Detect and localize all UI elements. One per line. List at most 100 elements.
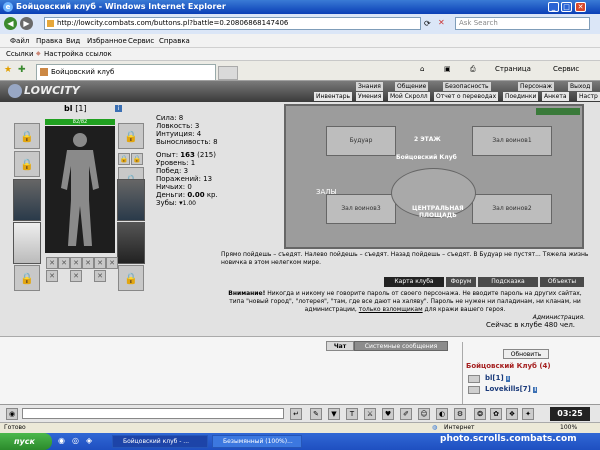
- hint-button[interactable]: Подсказка: [478, 277, 538, 287]
- funnel-icon[interactable]: ▼: [328, 408, 340, 420]
- tab-fight-club[interactable]: Бойцовский клуб: [36, 64, 216, 80]
- refresh-button[interactable]: Обновить: [503, 349, 549, 359]
- club-map-button[interactable]: Карта клуба: [384, 277, 444, 287]
- weapon-hammer-item[interactable]: [13, 179, 41, 221]
- bag-slot-7[interactable]: ✕: [46, 270, 58, 282]
- address-field[interactable]: http://lowcity.combats.com/buttons.pl?ba…: [44, 17, 421, 30]
- quicklaunch-icon[interactable]: ◎: [72, 436, 79, 445]
- bag-slot-8[interactable]: ✕: [70, 270, 82, 282]
- tab-chat[interactable]: Чат: [326, 341, 354, 351]
- fight-icon[interactable]: ⚔: [364, 408, 376, 420]
- print-icon[interactable]: ⎙: [470, 65, 476, 74]
- room-warriors-2[interactable]: Зал воинов2: [472, 194, 552, 224]
- armor-shirt-item[interactable]: [13, 222, 41, 264]
- friends-icon[interactable]: ♥: [382, 408, 394, 420]
- bag-slot-6[interactable]: ✕: [106, 257, 118, 269]
- nav-knowledge[interactable]: Знания: [356, 82, 383, 91]
- tab-system-messages[interactable]: Системные сообщения: [354, 341, 448, 351]
- room-warriors-3[interactable]: Зал воинов3: [326, 194, 396, 224]
- start-button[interactable]: пуск: [0, 433, 52, 450]
- nav-character[interactable]: Персонаж: [518, 82, 554, 91]
- boots-slot-locked[interactable]: 🔒: [118, 265, 144, 291]
- add-favorite-icon[interactable]: ✚: [18, 65, 26, 75]
- nav-exit[interactable]: Выход: [568, 82, 593, 91]
- send-icon[interactable]: ↵: [290, 408, 302, 420]
- bag-slot-3[interactable]: ✕: [70, 257, 82, 269]
- belt-slot-locked[interactable]: 🔒: [14, 265, 40, 291]
- menu-help[interactable]: Справка: [159, 37, 190, 45]
- offhand-hammer-item[interactable]: [117, 179, 145, 221]
- menu-view[interactable]: Вид: [66, 37, 80, 45]
- bag-slot-9[interactable]: ✕: [94, 270, 106, 282]
- minimize-button[interactable]: _: [548, 2, 559, 12]
- chat-input[interactable]: [22, 408, 284, 419]
- bag-slot-4[interactable]: ✕: [82, 257, 94, 269]
- rune-icon-1[interactable]: ❂: [474, 408, 486, 420]
- map-hall-label[interactable]: Бойцовский Клуб: [396, 154, 457, 161]
- pants-item[interactable]: [117, 222, 145, 264]
- smiley-icon[interactable]: ☺: [418, 408, 430, 420]
- favorites-star-icon[interactable]: ★: [4, 65, 12, 75]
- pen-icon[interactable]: ✐: [400, 408, 412, 420]
- player-action-icon[interactable]: [468, 386, 480, 394]
- player-info-icon[interactable]: i: [533, 387, 538, 393]
- menu-edit[interactable]: Правка: [36, 37, 63, 45]
- earring-slot-locked[interactable]: 🔒: [118, 123, 144, 149]
- menu-favorites[interactable]: Избранное: [87, 37, 127, 45]
- nav-security[interactable]: Безопасность: [443, 82, 491, 91]
- player-name[interactable]: Lovekills: [485, 385, 520, 393]
- refresh-icon[interactable]: ⟳: [424, 19, 431, 28]
- bag-slot-1[interactable]: ✕: [46, 257, 58, 269]
- amulet-slot-locked[interactable]: 🔒: [14, 151, 40, 177]
- nav-settings[interactable]: Настр: [577, 92, 600, 101]
- menu-file[interactable]: Файл: [10, 37, 29, 45]
- nav-skills[interactable]: Умения: [356, 92, 384, 101]
- link-customize[interactable]: Настройка ссылок: [44, 50, 112, 58]
- color-icon[interactable]: ◐: [436, 408, 448, 420]
- room-boudoir[interactable]: Будуар: [326, 126, 396, 156]
- quicklaunch-icon[interactable]: ◈: [86, 436, 92, 445]
- map-halls-label[interactable]: ЗАЛЫ: [316, 188, 337, 196]
- back-button[interactable]: ◀: [4, 17, 17, 30]
- nav-communication[interactable]: Общение: [395, 82, 429, 91]
- player-info-icon[interactable]: i: [506, 376, 510, 382]
- trash-icon[interactable]: T: [346, 408, 358, 420]
- forum-button[interactable]: Форум: [446, 277, 476, 287]
- rune-icon-4[interactable]: ✦: [522, 408, 534, 420]
- player-action-icon[interactable]: [468, 375, 480, 383]
- task-fight-club[interactable]: Бойцовский клуб - ...: [112, 435, 208, 448]
- quicklaunch-icon[interactable]: ◉: [58, 436, 65, 445]
- rune-icon-2[interactable]: ✿: [490, 408, 502, 420]
- chat-clear-icon[interactable]: ◉: [6, 408, 18, 420]
- menu-tools[interactable]: Сервис: [128, 37, 154, 45]
- home-icon[interactable]: ⌂: [420, 65, 424, 73]
- forward-button[interactable]: ▶: [20, 17, 33, 30]
- search-input[interactable]: Ask Search: [455, 17, 590, 30]
- nav-profile[interactable]: Анкета: [542, 92, 569, 101]
- helmet-slot-locked[interactable]: 🔒: [14, 123, 40, 149]
- nav-battles[interactable]: Поединки: [503, 92, 539, 101]
- bag-slot-5[interactable]: ✕: [94, 257, 106, 269]
- nav-inventory[interactable]: Инвентарь: [314, 92, 353, 101]
- close-button[interactable]: ✕: [575, 2, 586, 12]
- objects-button[interactable]: Объекты: [540, 277, 584, 287]
- settings-icon[interactable]: ⚙: [454, 408, 466, 420]
- rune-icon-3[interactable]: ❖: [506, 408, 518, 420]
- zoom-level[interactable]: 100%: [560, 423, 577, 433]
- nav-my-scroll[interactable]: Мой Скролл: [388, 92, 430, 101]
- tools-menu[interactable]: Сервис: [553, 65, 579, 73]
- filter-icon[interactable]: ✎: [310, 408, 322, 420]
- ring1-slot-locked[interactable]: 🔒: [118, 153, 130, 165]
- page-menu[interactable]: Страница: [495, 65, 531, 73]
- bag-slot-2[interactable]: ✕: [58, 257, 70, 269]
- maximize-button[interactable]: □: [561, 2, 572, 12]
- feeds-icon[interactable]: ▣: [444, 65, 451, 73]
- nav-transfers[interactable]: Отчет о переводах: [434, 92, 499, 101]
- task-untitled[interactable]: Безымянный (100%)...: [212, 435, 302, 448]
- map-square-label[interactable]: ЦЕНТРАЛЬНАЯ ПЛОЩАДЬ: [412, 205, 464, 219]
- ring2-slot-locked[interactable]: 🔒: [131, 153, 143, 165]
- new-tab-button[interactable]: [218, 66, 238, 80]
- stop-icon[interactable]: ✕: [438, 18, 445, 27]
- room-warriors-1[interactable]: Зал воинов1: [472, 126, 552, 156]
- character-info-icon[interactable]: i: [115, 105, 122, 112]
